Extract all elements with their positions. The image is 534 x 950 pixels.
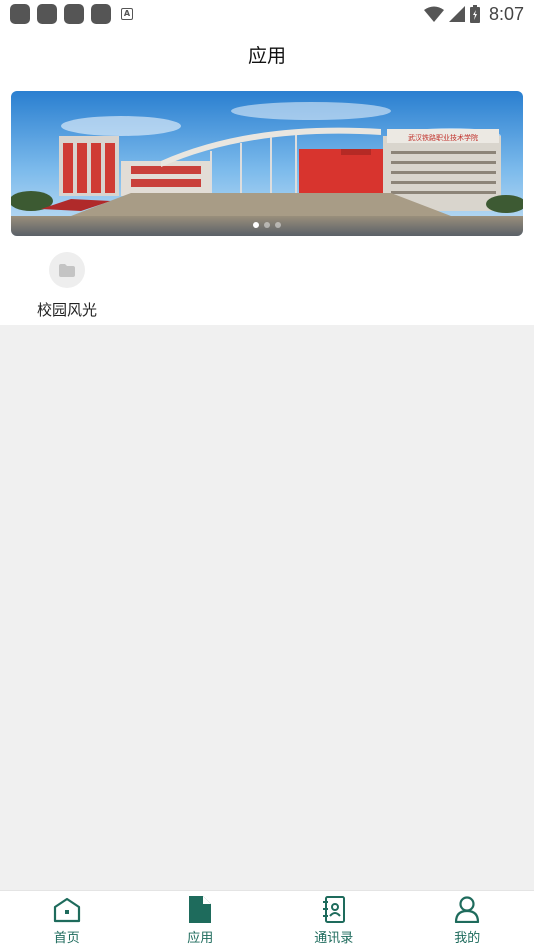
status-time: 8:07 — [488, 3, 524, 24]
notification-icons: A — [10, 4, 133, 24]
carousel-indicator — [11, 222, 523, 228]
status-bar: A 8:07 — [0, 0, 534, 28]
nav-item-contacts[interactable]: 通讯录 — [267, 895, 400, 946]
notification-icon — [10, 4, 30, 24]
battery-icon — [469, 5, 480, 23]
a-icon: A — [121, 8, 133, 20]
nav-item-apps[interactable]: 应用 — [134, 895, 267, 946]
carousel-dot[interactable] — [264, 222, 270, 228]
banner-carousel[interactable]: 武汉铁路职业技术学院 — [11, 91, 523, 236]
home-icon — [53, 897, 80, 923]
app-header: 应用 — [0, 28, 534, 80]
wifi-icon — [423, 6, 444, 22]
contacts-icon — [322, 896, 345, 923]
app-icon — [49, 252, 85, 288]
document-icon — [189, 896, 212, 923]
signal-icon — [448, 6, 465, 22]
system-icons: 8:07 — [423, 3, 524, 25]
nav-item-profile[interactable]: 我的 — [401, 895, 534, 946]
person-icon — [455, 896, 480, 923]
app-item-campus-scenery[interactable]: 校园风光 — [24, 252, 110, 320]
nav-label: 应用 — [187, 931, 214, 946]
nav-label: 通讯录 — [314, 931, 354, 946]
banner-sign-text: 武汉铁路职业技术学院 — [408, 133, 478, 142]
carousel-dot[interactable] — [275, 222, 281, 228]
content-area: 武汉铁路职业技术学院 校园风光 — [0, 80, 534, 325]
campus-building-photo: 武汉铁路职业技术学院 — [11, 91, 523, 236]
nav-item-home[interactable]: 首页 — [0, 895, 133, 946]
app-grid: 校园风光 — [24, 252, 110, 320]
carousel-dot[interactable] — [253, 222, 259, 228]
notification-icon — [64, 4, 84, 24]
notification-icon — [37, 4, 57, 24]
notification-icon — [91, 4, 111, 24]
nav-label: 首页 — [53, 931, 80, 946]
folder-icon — [59, 263, 75, 277]
page-title: 应用 — [247, 44, 286, 67]
nav-label: 我的 — [454, 931, 481, 946]
bottom-nav: 首页 应用 通讯录 我的 — [0, 890, 534, 950]
app-label: 校园风光 — [36, 301, 97, 319]
